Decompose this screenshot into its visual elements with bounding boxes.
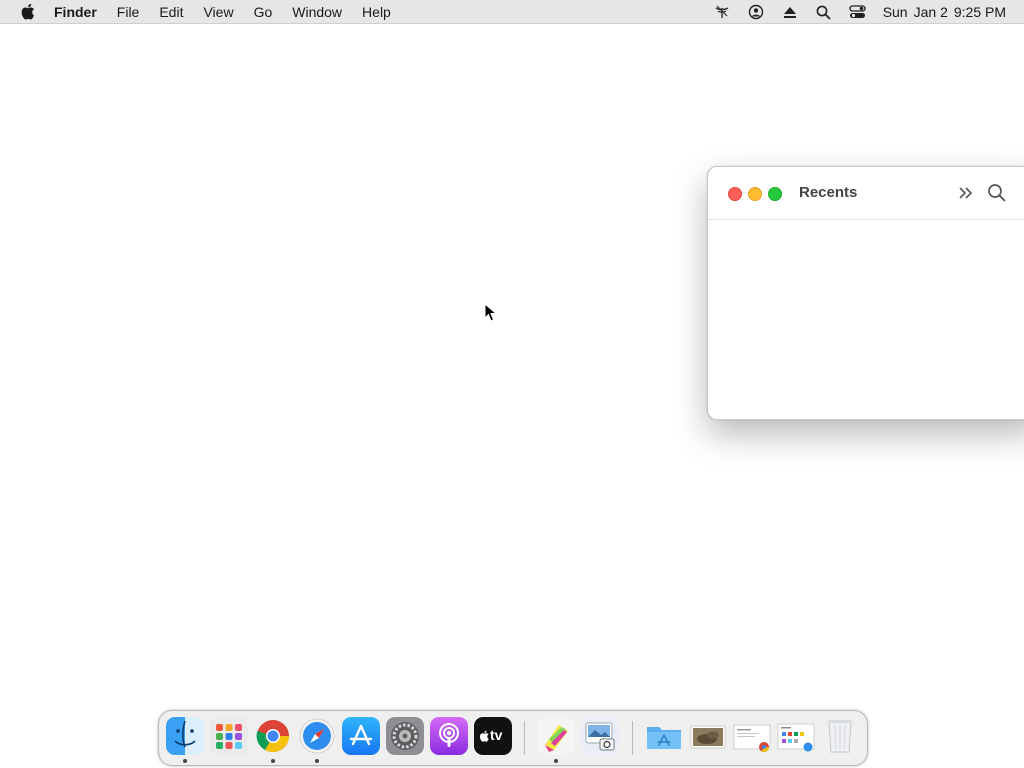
chrome-running-indicator [271,759,275,763]
window-content-area[interactable] [708,220,1024,419]
close-button[interactable] [728,187,742,201]
spotlight-search-icon[interactable] [814,0,834,24]
photo-stack-icon[interactable] [689,717,727,755]
apple-tv-icon[interactable]: tv [474,717,512,755]
mouse-cursor-icon [484,302,498,323]
safari-icon[interactable] [298,717,336,755]
chrome-icon[interactable] [254,717,292,755]
highlighter-app-icon[interactable] [537,717,575,755]
menu-view[interactable]: View [193,0,243,24]
system-preferences-icon[interactable] [386,717,424,755]
apple-tv-label: tv [490,727,503,743]
search-icon[interactable] [987,183,1007,203]
applications-folder-icon[interactable] [645,717,683,755]
clock-day: Sun [882,4,908,20]
menu-edit[interactable]: Edit [149,0,193,24]
menu-file[interactable]: File [107,0,150,24]
finder-window: Recents [707,166,1024,420]
dock-separator [632,721,633,755]
minimize-button[interactable] [748,187,762,201]
menu-app-name[interactable]: Finder [54,0,107,24]
app-store-icon[interactable] [342,717,380,755]
wifi-off-icon[interactable] [712,0,732,24]
menu-window[interactable]: Window [282,0,352,24]
preview-app-icon[interactable] [581,717,619,755]
finder-running-indicator [183,759,187,763]
safari-running-indicator [315,759,319,763]
desktop[interactable]: Finder File Edit View Go Window Help Sun… [0,0,1024,768]
toolbar-overflow-icon[interactable] [956,184,974,202]
podcasts-icon[interactable] [430,717,468,755]
apple-menu-icon[interactable] [19,3,35,20]
window-titlebar[interactable]: Recents [708,167,1024,220]
screenshot-stack-icon[interactable] [777,717,815,755]
finder-icon[interactable] [166,717,204,755]
dock-separator [524,721,525,755]
highlighter-running-indicator [554,759,558,763]
document-stack-icon[interactable] [733,717,771,755]
menu-bar: Finder File Edit View Go Window Help Sun… [0,0,1024,24]
menu-clock[interactable]: Sun Jan 2 9:25 PM [883,4,1006,20]
window-title: Recents [799,184,858,201]
menu-help[interactable]: Help [352,0,401,24]
clock-time: 9:25 PM [953,4,1006,20]
clock-date: Jan 2 [913,4,948,20]
zoom-button[interactable] [768,187,782,201]
control-center-icon[interactable] [848,0,868,24]
user-account-icon[interactable] [746,0,766,24]
eject-icon[interactable] [780,0,800,24]
menu-go[interactable]: Go [244,0,283,24]
dock: tv [158,710,868,766]
trash-icon[interactable] [821,717,859,755]
launchpad-icon[interactable] [210,717,248,755]
